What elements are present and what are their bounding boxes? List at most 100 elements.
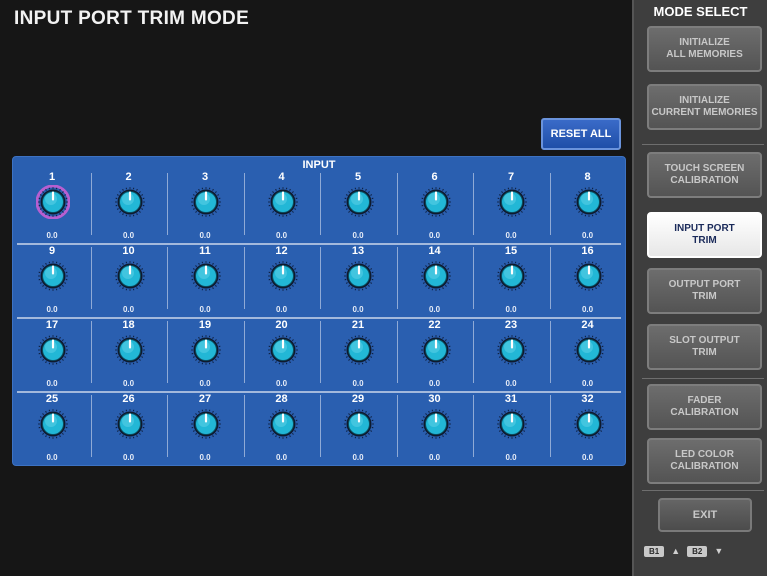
trim-channel-19[interactable]: 19 0.0 — [167, 319, 243, 393]
channel-number: 8 — [584, 171, 591, 183]
trim-knob[interactable] — [113, 333, 147, 367]
sidebar-divider — [642, 378, 764, 379]
bank-b1-tag[interactable]: B1 — [644, 545, 665, 557]
trim-knob[interactable] — [419, 185, 453, 219]
page-title: INPUT PORT TRIM MODE — [14, 8, 250, 29]
trim-knob[interactable] — [189, 185, 223, 219]
trim-channel-18[interactable]: 18 0.0 — [90, 319, 167, 393]
mode-button-initialize-all-memories[interactable]: INITIALIZE ALL MEMORIES — [647, 26, 762, 72]
channel-number: 27 — [198, 393, 212, 405]
trim-value: 0.0 — [46, 305, 58, 314]
trim-channel-8[interactable]: 8 0.0 — [549, 171, 626, 245]
trim-knob[interactable] — [419, 333, 453, 367]
trim-channel-25[interactable]: 25 0.0 — [14, 393, 90, 467]
trim-channel-5[interactable]: 5 0.0 — [320, 171, 396, 245]
trim-knob[interactable] — [266, 407, 300, 441]
bank-b2-tag[interactable]: B2 — [687, 545, 708, 557]
rotary-knob-icon — [344, 187, 374, 217]
trim-knob[interactable] — [495, 407, 529, 441]
trim-knob[interactable] — [35, 184, 71, 220]
trim-channel-24[interactable]: 24 0.0 — [549, 319, 626, 393]
trim-channel-9[interactable]: 9 0.0 — [14, 245, 90, 319]
trim-knob[interactable] — [36, 407, 70, 441]
trim-value: 0.0 — [46, 453, 58, 462]
triangle-down-icon[interactable]: ▼ — [714, 546, 723, 556]
rotary-knob-icon — [114, 335, 145, 365]
trim-channel-22[interactable]: 22 0.0 — [396, 319, 473, 393]
trim-channel-29[interactable]: 29 0.0 — [320, 393, 396, 467]
trim-value: 0.0 — [199, 305, 211, 314]
trim-knob[interactable] — [189, 333, 223, 367]
trim-value: 0.0 — [352, 453, 364, 462]
trim-channel-23[interactable]: 23 0.0 — [473, 319, 549, 393]
trim-knob[interactable] — [572, 407, 606, 441]
rotary-knob-icon — [35, 184, 71, 220]
rotary-knob-icon — [267, 335, 298, 365]
trim-channel-16[interactable]: 16 0.0 — [549, 245, 626, 319]
trim-knob[interactable] — [495, 333, 529, 367]
trim-channel-7[interactable]: 7 0.0 — [473, 171, 549, 245]
reset-all-button[interactable]: RESET ALL — [541, 118, 621, 150]
trim-knob[interactable] — [342, 259, 376, 293]
channel-number: 30 — [428, 393, 441, 405]
trim-channel-4[interactable]: 4 0.0 — [243, 171, 320, 245]
trim-channel-12[interactable]: 12 0.0 — [243, 245, 320, 319]
rotary-knob-icon — [497, 409, 527, 439]
trim-knob[interactable] — [342, 185, 376, 219]
triangle-up-icon[interactable]: ▲ — [671, 546, 680, 556]
mode-button-fader-calibration[interactable]: FADER CALIBRATION — [647, 384, 762, 430]
trim-knob[interactable] — [495, 185, 529, 219]
trim-knob[interactable] — [342, 333, 376, 367]
mode-button-output-port-trim[interactable]: OUTPUT PORT TRIM — [647, 268, 762, 314]
trim-knob[interactable] — [342, 407, 376, 441]
trim-channel-1[interactable]: 1 0.0 — [14, 171, 90, 245]
trim-knob[interactable] — [113, 185, 147, 219]
channel-number: 32 — [581, 393, 594, 405]
trim-knob[interactable] — [113, 259, 147, 293]
rotary-knob-icon — [420, 261, 451, 291]
trim-channel-14[interactable]: 14 0.0 — [396, 245, 473, 319]
mode-button-initialize-current-memories[interactable]: INITIALIZE CURRENT MEMORIES — [647, 84, 762, 130]
trim-channel-28[interactable]: 28 0.0 — [243, 393, 320, 467]
trim-knob[interactable] — [113, 407, 147, 441]
trim-knob[interactable] — [572, 259, 606, 293]
trim-channel-27[interactable]: 27 0.0 — [167, 393, 243, 467]
trim-knob[interactable] — [419, 259, 453, 293]
trim-knob[interactable] — [572, 333, 606, 367]
trim-channel-17[interactable]: 17 0.0 — [14, 319, 90, 393]
rotary-knob-icon — [191, 187, 221, 217]
mode-button-input-port-trim[interactable]: INPUT PORT TRIM — [647, 212, 762, 258]
trim-channel-21[interactable]: 21 0.0 — [320, 319, 396, 393]
trim-knob[interactable] — [266, 333, 300, 367]
trim-knob[interactable] — [266, 185, 300, 219]
trim-channel-31[interactable]: 31 0.0 — [473, 393, 549, 467]
mode-button-touch-screen-calibration[interactable]: TOUCH SCREEN CALIBRATION — [647, 152, 762, 198]
trim-value: 0.0 — [275, 379, 288, 388]
trim-value: 0.0 — [275, 453, 288, 462]
trim-knob[interactable] — [36, 259, 70, 293]
trim-knob[interactable] — [266, 259, 300, 293]
trim-channel-2[interactable]: 2 0.0 — [90, 171, 167, 245]
trim-channel-15[interactable]: 15 0.0 — [473, 245, 549, 319]
trim-channel-11[interactable]: 11 0.0 — [167, 245, 243, 319]
trim-knob[interactable] — [419, 407, 453, 441]
trim-value: 0.0 — [199, 453, 211, 462]
mode-button-led-color-calibration[interactable]: LED COLOR CALIBRATION — [647, 438, 762, 484]
trim-knob[interactable] — [495, 259, 529, 293]
trim-knob[interactable] — [189, 259, 223, 293]
exit-button[interactable]: EXIT — [658, 498, 752, 532]
channel-number: 9 — [48, 245, 56, 257]
trim-channel-26[interactable]: 26 0.0 — [90, 393, 167, 467]
trim-knob[interactable] — [189, 407, 223, 441]
trim-knob[interactable] — [572, 185, 606, 219]
trim-knob[interactable] — [36, 333, 70, 367]
trim-channel-32[interactable]: 32 0.0 — [549, 393, 626, 467]
trim-channel-20[interactable]: 20 0.0 — [243, 319, 320, 393]
trim-channel-10[interactable]: 10 0.0 — [90, 245, 167, 319]
trim-channel-3[interactable]: 3 0.0 — [167, 171, 243, 245]
mode-button-slot-output-trim[interactable]: SLOT OUTPUT TRIM — [647, 324, 762, 370]
trim-channel-6[interactable]: 6 0.0 — [396, 171, 473, 245]
trim-channel-13[interactable]: 13 0.0 — [320, 245, 396, 319]
trim-channel-30[interactable]: 30 0.0 — [396, 393, 473, 467]
rotary-knob-icon — [573, 409, 604, 439]
